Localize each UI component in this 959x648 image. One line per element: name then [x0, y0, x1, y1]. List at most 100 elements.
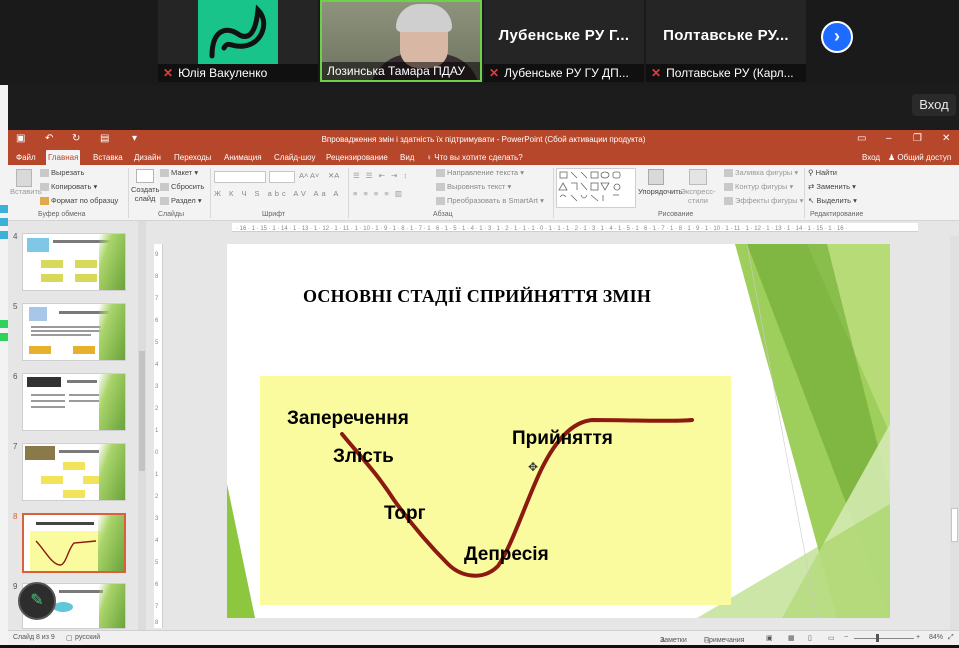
- person-icon: ♟: [888, 153, 898, 162]
- share-button[interactable]: ♟ Общий доступ: [886, 150, 953, 165]
- participant-tile-yulia[interactable]: ✕ Юлія Вакуленко: [158, 0, 318, 82]
- slide-title[interactable]: ОСНОВНІ СТАДІЇ СПРИЙНЯТТЯ ЗМІН: [227, 286, 727, 307]
- thumbnails-scrollbar[interactable]: [138, 221, 146, 630]
- tell-me-text: Что вы хотите сделать?: [434, 153, 523, 162]
- canvas-scrollbar[interactable]: [950, 236, 959, 630]
- participant-tile-lubenske[interactable]: Лубенське РУ Г... ✕ Лубенське РУ ГУ ДП...: [484, 0, 644, 82]
- participant-tile-poltavske[interactable]: Полтавське РУ... ✕ Полтавське РУ (Карл...: [646, 0, 806, 82]
- zoom-slider-thumb[interactable]: [876, 634, 879, 642]
- enter-button[interactable]: Вход: [912, 94, 956, 116]
- clear-format-icon[interactable]: ✕A: [328, 171, 339, 180]
- select-button[interactable]: ↖ Выделить ▾: [808, 196, 857, 205]
- tab-slideshow[interactable]: Слайд-шоу: [272, 150, 317, 165]
- reading-view-icon[interactable]: ▯: [808, 634, 812, 642]
- comments-label: Примечания: [704, 637, 745, 644]
- zoom-level[interactable]: 84%: [929, 634, 943, 641]
- align-text-button[interactable]: Выровнять текст ▾: [436, 182, 511, 192]
- participant-display-name: Лубенське РУ Г...: [498, 27, 630, 44]
- tab-animations[interactable]: Анимация: [222, 150, 264, 165]
- thumbnail-block: [29, 346, 51, 354]
- slide-thumbnail-active[interactable]: [22, 513, 126, 573]
- align-buttons[interactable]: ≡ ≡ ≡ ≡ ▥: [353, 189, 404, 198]
- format-painter-button[interactable]: Формат по образцу: [40, 196, 118, 206]
- shapes-gallery[interactable]: [556, 168, 636, 208]
- tab-home[interactable]: Главная: [46, 150, 81, 165]
- vertical-ruler[interactable]: 9 8 7 6 5 4 3 2 1 0 1 2 3 4 5 6 7 8: [154, 244, 163, 628]
- move-cursor-icon: ✥: [528, 460, 539, 474]
- slide-thumbnail[interactable]: [22, 443, 126, 501]
- zoom-out-icon[interactable]: −: [844, 634, 848, 641]
- svg-text:4: 4: [155, 538, 159, 544]
- font-size-input[interactable]: [269, 171, 295, 183]
- find-button[interactable]: ⚲ Найти: [808, 168, 837, 177]
- search-icon: ⚲: [808, 168, 816, 177]
- thumbnail-block: [41, 260, 63, 268]
- quick-styles-icon: [689, 169, 707, 185]
- scrollbar-handle[interactable]: [951, 508, 958, 542]
- cut-label: Вырезать: [51, 168, 85, 177]
- group-separator: [553, 168, 554, 218]
- tab-design[interactable]: Дизайн: [132, 150, 163, 165]
- stage-label-acceptance: Прийняття: [512, 428, 613, 449]
- fit-slide-icon[interactable]: ⤢: [948, 634, 954, 642]
- new-slide-label: Создать слайд: [131, 185, 160, 203]
- maximize-icon[interactable]: ❐: [913, 133, 922, 144]
- tab-review[interactable]: Рецензирование: [324, 150, 390, 165]
- sign-in-link[interactable]: Вход: [860, 150, 882, 165]
- new-slide-button[interactable]: Создать слайд: [131, 169, 160, 203]
- close-icon[interactable]: ✕: [942, 133, 950, 144]
- tell-me-box[interactable]: ♀ Что вы хотите сделать?: [424, 150, 525, 165]
- arrange-label: Упорядочить: [638, 187, 683, 196]
- shape-effects-button[interactable]: Эффекты фигуры ▾: [724, 196, 803, 206]
- font-style-buttons[interactable]: Ж К Ч S abc AV Aa A: [214, 189, 341, 198]
- shape-fill-button[interactable]: Заливка фигуры ▾: [724, 168, 798, 178]
- font-name-input[interactable]: [214, 171, 266, 183]
- outline-pen-icon: [724, 183, 733, 192]
- language-indicator[interactable]: русский: [75, 634, 100, 641]
- copy-button[interactable]: Копировать ▾: [40, 182, 97, 192]
- group-label-drawing: Рисование: [658, 211, 694, 218]
- smartart-button[interactable]: Преобразовать в SmartArt ▾: [436, 196, 544, 206]
- replace-button[interactable]: ⇄ Заменить ▾: [808, 182, 856, 191]
- svg-text:2: 2: [155, 406, 159, 412]
- stages-box[interactable]: Заперечення Злість Торг Депресія Прийнят…: [260, 376, 731, 605]
- horizontal-ruler[interactable]: · 16 · 1 · 15 · 1 · 14 · 1 · 13 · 1 · 12…: [232, 223, 918, 232]
- reset-button[interactable]: Сбросить: [160, 182, 204, 192]
- slide-canvas[interactable]: ОСНОВНІ СТАДІЇ СПРИЙНЯТТЯ ЗМІН Заперечен…: [227, 244, 890, 618]
- annotate-pen-button[interactable]: ✎: [18, 582, 56, 620]
- spellcheck-icon[interactable]: ▢: [66, 634, 73, 642]
- slide-thumbnail[interactable]: [22, 233, 126, 291]
- font-size-grow-icon[interactable]: A˄ A˅: [299, 171, 319, 180]
- text-direction-icon: [436, 169, 445, 178]
- thumbnail-block: [63, 462, 85, 470]
- scrollbar-handle[interactable]: [139, 351, 145, 471]
- zoom-in-icon[interactable]: +: [916, 634, 920, 641]
- thumbnail-text: [69, 394, 99, 396]
- text-direction-button[interactable]: Направление текста ▾: [436, 168, 524, 178]
- zoom-slider[interactable]: [854, 638, 914, 639]
- list-buttons[interactable]: ☰ ☰ ⇤ ⇥ ↕: [353, 171, 409, 180]
- tab-transitions[interactable]: Переходы: [172, 150, 214, 165]
- tab-insert[interactable]: Вставка: [91, 150, 125, 165]
- ribbon-display-icon[interactable]: ▭: [857, 133, 866, 144]
- slide-thumbnail[interactable]: [22, 373, 126, 431]
- minimize-icon[interactable]: –: [886, 133, 892, 144]
- cut-button[interactable]: Вырезать: [40, 168, 85, 178]
- title-bar: ▣ ↶ ↻ ▤ ▾ Впровадження змін і здатність …: [8, 130, 959, 150]
- next-participants-button[interactable]: ›: [821, 21, 853, 53]
- tab-view[interactable]: Вид: [398, 150, 416, 165]
- section-button[interactable]: Раздел ▾: [160, 196, 202, 206]
- participant-name: Лубенське РУ ГУ ДП...: [504, 66, 629, 80]
- layout-button[interactable]: Макет ▾: [160, 168, 198, 178]
- slide-thumbnail[interactable]: [22, 303, 126, 361]
- shape-outline-button[interactable]: Контур фигуры ▾: [724, 182, 793, 192]
- paste-button[interactable]: Вставить: [10, 169, 42, 196]
- tab-file[interactable]: Файл: [14, 150, 38, 165]
- status-bar: Слайд 8 из 9 ▢ русский ≜ Заметки ▭ Приме…: [8, 630, 959, 645]
- normal-view-icon[interactable]: ▣: [766, 634, 773, 642]
- slideshow-view-icon[interactable]: ▭: [828, 634, 835, 642]
- participant-tile-lozynska[interactable]: Лозинська Тамара ПДАУ: [320, 0, 482, 82]
- quick-styles-button[interactable]: Экспресс-стили: [678, 169, 718, 205]
- arrange-button[interactable]: Упорядочить: [638, 169, 683, 196]
- slide-sorter-icon[interactable]: ▦: [788, 634, 795, 642]
